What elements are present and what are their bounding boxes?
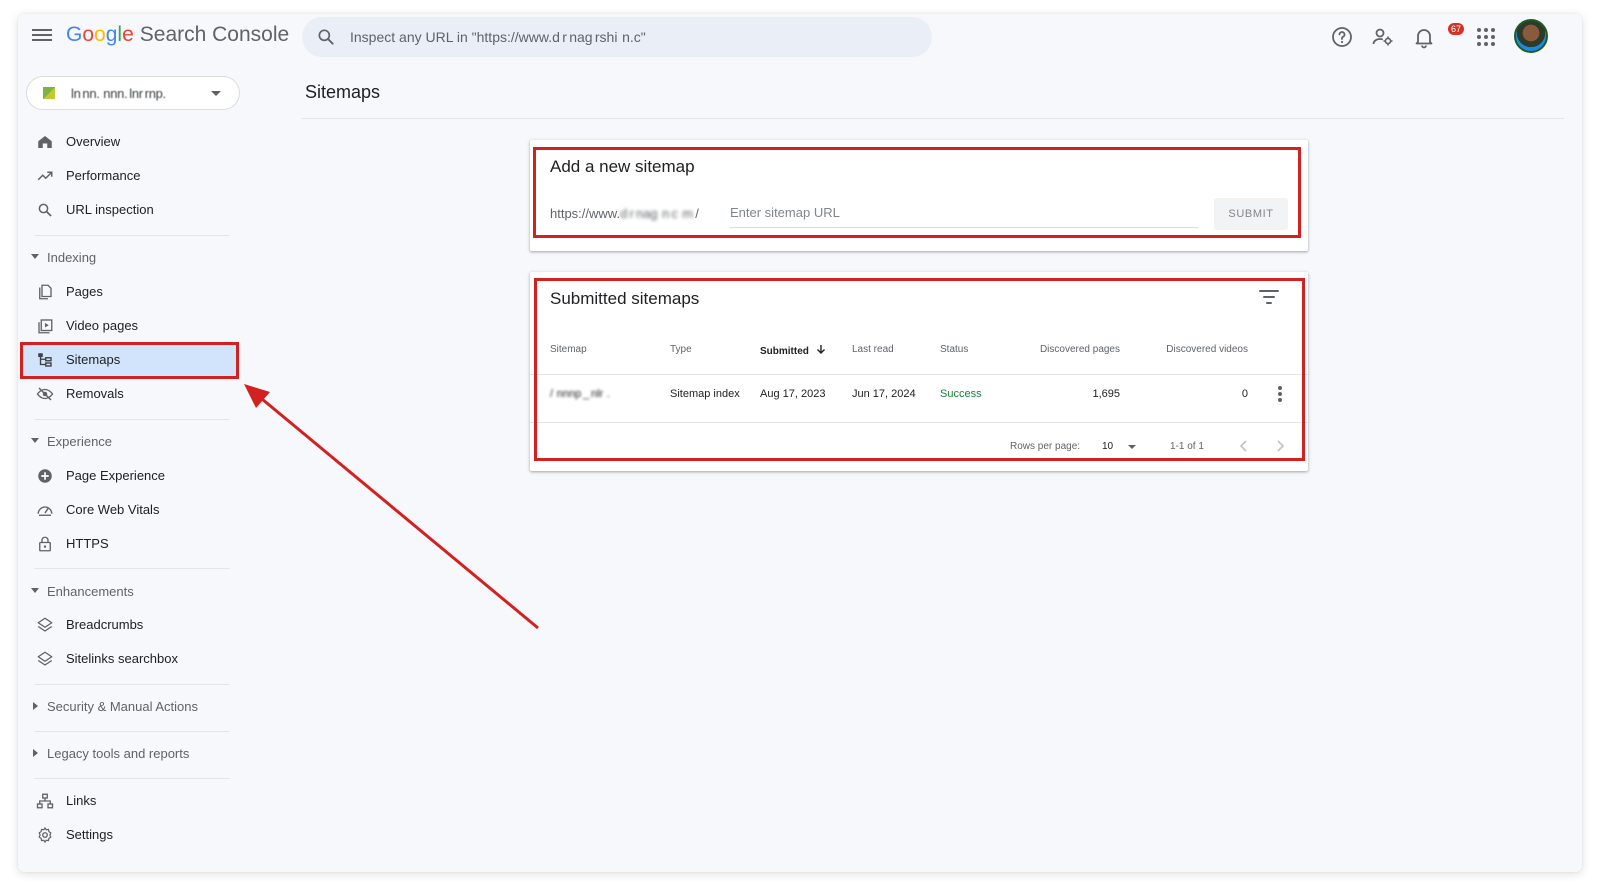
sidebar-item-label: Sitelinks searchbox [66, 651, 178, 666]
sidebar-section-security-manual-actions[interactable]: Security & Manual Actions [20, 694, 238, 720]
property-name: ln nn. nnn. lnr rnp. [71, 86, 166, 101]
lock-icon [39, 536, 51, 552]
logo-letter: g [105, 23, 118, 46]
trending-up-icon [37, 171, 53, 181]
sidebar-item-settings[interactable]: Settings [20, 818, 238, 852]
expand-arrow-icon [31, 254, 39, 259]
app-window: GoogleSearch Console 67 ln nn. nnn. lnr … [18, 14, 1582, 872]
sidebar-item-page-experience[interactable]: Page Experience [20, 459, 238, 493]
expand-arrow-icon [31, 438, 39, 443]
sidebar-item-core-web-vitals[interactable]: Core Web Vitals [20, 493, 238, 527]
sidebar-item-label: Video pages [66, 318, 139, 333]
sidebar-item-label: Performance [66, 168, 141, 183]
sidebar-divider [34, 684, 230, 685]
account-avatar[interactable] [1514, 19, 1548, 53]
add-sitemap-highlight-box [533, 147, 1301, 238]
pages-icon [39, 284, 52, 300]
sidebar-divider [34, 778, 230, 779]
sidebar-section-label: Enhancements [47, 584, 134, 599]
gear-icon [38, 827, 52, 843]
sidebar-divider [34, 731, 230, 732]
sidebar-section-label: Legacy tools and reports [47, 746, 190, 761]
collapsed-arrow-icon [33, 702, 38, 710]
speed-gauge-icon [37, 506, 53, 516]
logo-letter: e [122, 23, 134, 46]
apps-grid-icon[interactable] [1474, 25, 1498, 49]
sidebar-item-performance[interactable]: Performance [20, 159, 238, 193]
sidebar-item-label: HTTPS [66, 536, 109, 551]
sidebar-divider [34, 235, 230, 236]
expand-arrow-icon [31, 588, 39, 593]
sidebar-section-label: Experience [47, 434, 113, 449]
sidebar-item-label: Page Experience [66, 468, 166, 483]
sidebar-item-label: Removals [66, 386, 124, 401]
sidebar-item-label: Overview [66, 134, 121, 149]
notification-count-badge: 67 [1448, 23, 1465, 35]
manage-users-icon[interactable] [1371, 25, 1395, 49]
sidebar-item-label: Core Web Vitals [66, 502, 160, 517]
plus-circle-icon [38, 469, 52, 483]
product-logo[interactable]: Google Search Console [66, 23, 289, 47]
menu-line [32, 39, 52, 41]
search-icon [318, 29, 334, 45]
sidebar-item-video-pages[interactable]: Video pages [20, 309, 238, 343]
logo-letter: o [94, 23, 106, 46]
links-icon [36, 793, 54, 809]
logo-letter: o [82, 23, 95, 46]
top-app-bar: GoogleSearch Console 67 [18, 14, 1582, 60]
sidebar-divider [34, 568, 230, 569]
menu-line [32, 34, 52, 36]
sidebar-item-overview[interactable]: Overview [20, 125, 238, 159]
home-icon [38, 136, 52, 148]
sidebar-item-url-inspection[interactable]: URL inspection [20, 193, 238, 227]
submitted-sitemaps-highlight-box [534, 278, 1305, 461]
sidebar-item-label: URL inspection [66, 202, 154, 217]
visibility-off-icon [36, 387, 54, 401]
title-divider [302, 118, 1564, 119]
layers-icon [37, 651, 53, 666]
layers-icon [37, 617, 53, 632]
sidebar-item-pages[interactable]: Pages [20, 275, 238, 309]
sidebar-item-label: Settings [66, 827, 113, 842]
sidebar-section-enhancements[interactable]: Enhancements [20, 579, 238, 605]
video-pages-icon [38, 319, 53, 334]
sidebar-item-sitelinks-searchbox[interactable]: Sitelinks searchbox [20, 642, 238, 676]
sitemaps-highlight-box [20, 342, 239, 379]
sidebar-item-https[interactable]: HTTPS [20, 527, 238, 561]
sidebar-item-label: Pages [66, 284, 103, 299]
chevron-down-icon [211, 91, 221, 96]
notifications-icon[interactable] [1412, 25, 1436, 49]
property-favicon [43, 87, 55, 99]
page-title: Sitemaps [305, 82, 381, 102]
help-icon[interactable] [1330, 25, 1354, 49]
sidebar-section-experience[interactable]: Experience [20, 429, 238, 455]
main-menu-button[interactable] [32, 26, 52, 46]
url-inspection-search[interactable] [302, 17, 932, 57]
sidebar-divider [34, 419, 230, 420]
collapsed-arrow-icon [33, 749, 38, 757]
sidebar-item-breadcrumbs[interactable]: Breadcrumbs [20, 608, 238, 642]
sidebar-section-label: Security & Manual Actions [47, 699, 199, 714]
search-icon [38, 203, 52, 217]
logo-letter: G [66, 23, 83, 46]
property-selector[interactable]: ln nn. nnn. lnr rnp. [26, 76, 240, 110]
sidebar-item-label: Links [66, 793, 97, 808]
sidebar-section-legacy-tools[interactable]: Legacy tools and reports [20, 741, 238, 767]
sidebar-item-label: Breadcrumbs [66, 617, 144, 632]
sidebar-item-removals[interactable]: Removals [20, 377, 238, 411]
sidebar-section-label: Indexing [47, 250, 97, 265]
product-name: Search Console [139, 23, 290, 46]
sidebar-section-indexing[interactable]: Indexing [20, 245, 238, 271]
menu-line [32, 29, 52, 31]
search-input[interactable] [350, 17, 910, 57]
sidebar-item-links[interactable]: Links [20, 784, 238, 818]
